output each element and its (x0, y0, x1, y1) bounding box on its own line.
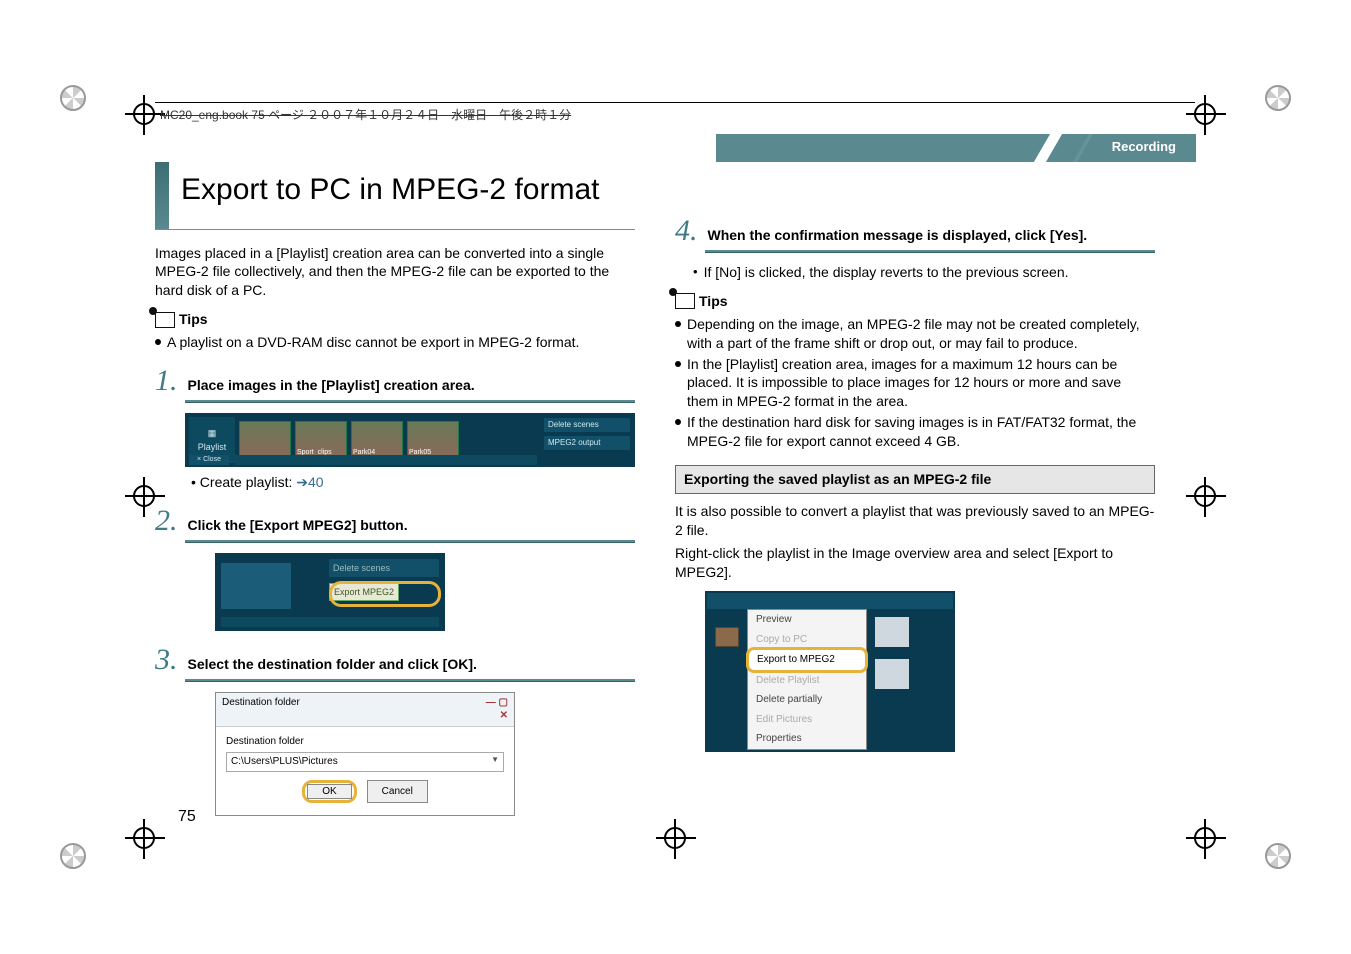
crop-mark-tr (1265, 85, 1291, 111)
crop-mark-br (1265, 843, 1291, 869)
dialog-ok-button: OK (307, 784, 351, 799)
ctx-thumb-icon (715, 627, 739, 647)
export-highlight-ring (329, 581, 441, 607)
tip-right-1: Depending on the image, an MPEG-2 file m… (675, 315, 1155, 353)
playlist-clip-3: Park04 (351, 421, 403, 459)
playlist-output-btn: MPEG2 output (543, 435, 631, 451)
tips-heading-left: Tips (155, 310, 635, 329)
dialog-title: Destination folder (222, 696, 300, 723)
xref-arrow-icon: ➔ (296, 474, 308, 490)
left-column: Export to PC in MPEG-2 format Images pla… (155, 162, 635, 816)
reg-cross-mb (656, 819, 696, 859)
ctx-item-preview: Preview (748, 610, 866, 630)
dialog-cancel-button: Cancel (367, 780, 428, 803)
step-3-title: Select the destination folder and click … (188, 655, 477, 674)
section-banner: Recording (716, 134, 1196, 162)
step-1-rule (185, 400, 635, 403)
step-1-number: 1. (155, 366, 178, 396)
tip-left: A playlist on a DVD-RAM disc cannot be e… (155, 333, 635, 352)
playlist-clip-4: Park05 (407, 421, 459, 459)
step-2-title: Click the [Export MPEG2] button. (188, 516, 408, 535)
context-menu-screenshot: Preview Copy to PC Export to MPEG2 Delet… (705, 591, 955, 752)
step-4-number: 4. (675, 216, 698, 246)
ctx-item-export: Export to MPEG2 (746, 647, 868, 673)
playlist-clip-2: Sport_clips (295, 421, 347, 459)
header-rule (155, 102, 1195, 103)
crop-mark-bl (60, 843, 86, 869)
playlist-scrollbar (235, 455, 537, 465)
ctx-item-edit: Edit Pictures (748, 710, 866, 730)
export-thumb (221, 563, 291, 609)
dropdown-icon: ▼ (491, 755, 499, 769)
step-2-rule (185, 540, 635, 543)
section-p2: Right-click the playlist in the Image ov… (675, 544, 1155, 582)
section-label: Recording (1112, 139, 1176, 154)
right-column: 4. When the confirmation message is disp… (675, 162, 1155, 816)
reg-cross-tl (125, 95, 165, 135)
subsection-heading: Exporting the saved playlist as an MPEG-… (675, 465, 1155, 494)
reg-cross-bl (125, 819, 165, 859)
tips-icon (155, 312, 175, 328)
title-accent-bar (155, 162, 169, 229)
title-underline (155, 229, 635, 230)
step-1-title: Place images in the [Playlist] creation … (188, 376, 475, 395)
dialog-close-icon: — ▢ ✕ (480, 696, 508, 723)
dialog-field-label: Destination folder (226, 735, 504, 749)
step-4-title: When the confirmation message is display… (708, 226, 1088, 245)
playlist-close: × Close (189, 455, 229, 465)
crop-mark-tl (60, 85, 86, 111)
step-4-sub: •If [No] is clicked, the display reverts… (693, 263, 1155, 282)
export-mpeg2-screenshot: Delete scenes Export MPEG2 (215, 553, 445, 631)
book-header: MC20_eng.book 75 ページ ２００７年１０月２４日 水曜日 午後２… (160, 106, 571, 123)
create-playlist-note: • Create playlist: ➔40 (191, 473, 635, 492)
ctx-item-delete-playlist: Delete Playlist (748, 671, 866, 691)
tip-right-2: In the [Playlist] creation area, images … (675, 355, 1155, 412)
tips-heading-right: Tips (675, 292, 1155, 311)
step-4-rule (705, 250, 1155, 253)
step-3-number: 3. (155, 645, 178, 675)
reg-cross-tr (1186, 95, 1226, 135)
reg-cross-br (1186, 819, 1226, 859)
page-number: 75 (178, 808, 196, 826)
playlist-delete-btn: Delete scenes (543, 417, 631, 433)
tips-icon (675, 293, 695, 309)
step-3-rule (185, 679, 635, 682)
xref-page-40[interactable]: 40 (308, 474, 324, 490)
ctx-item-delete-partial: Delete partially (748, 690, 866, 710)
export-delete-scenes: Delete scenes (329, 559, 439, 577)
playlist-clip-1 (239, 421, 291, 459)
context-menu: Preview Copy to PC Export to MPEG2 Delet… (747, 609, 867, 750)
destination-folder-dialog: Destination folder — ▢ ✕ Destination fold… (215, 692, 515, 816)
ctx-side-thumb-2 (875, 659, 909, 689)
step-2-number: 2. (155, 506, 178, 536)
ctx-item-properties: Properties (748, 729, 866, 749)
playlist-screenshot: ▦Playlist Sport_clips Park04 Park05 Dele… (185, 413, 635, 467)
section-p1: It is also possible to convert a playlis… (675, 502, 1155, 540)
page-title: Export to PC in MPEG-2 format (181, 170, 599, 211)
dialog-path: C:\Users\PLUS\Pictures (231, 755, 338, 769)
export-scrollbar (221, 617, 439, 627)
ctx-side-thumb-1 (875, 617, 909, 647)
intro-paragraph: Images placed in a [Playlist] creation a… (155, 244, 635, 301)
tip-right-3: If the destination hard disk for saving … (675, 413, 1155, 451)
